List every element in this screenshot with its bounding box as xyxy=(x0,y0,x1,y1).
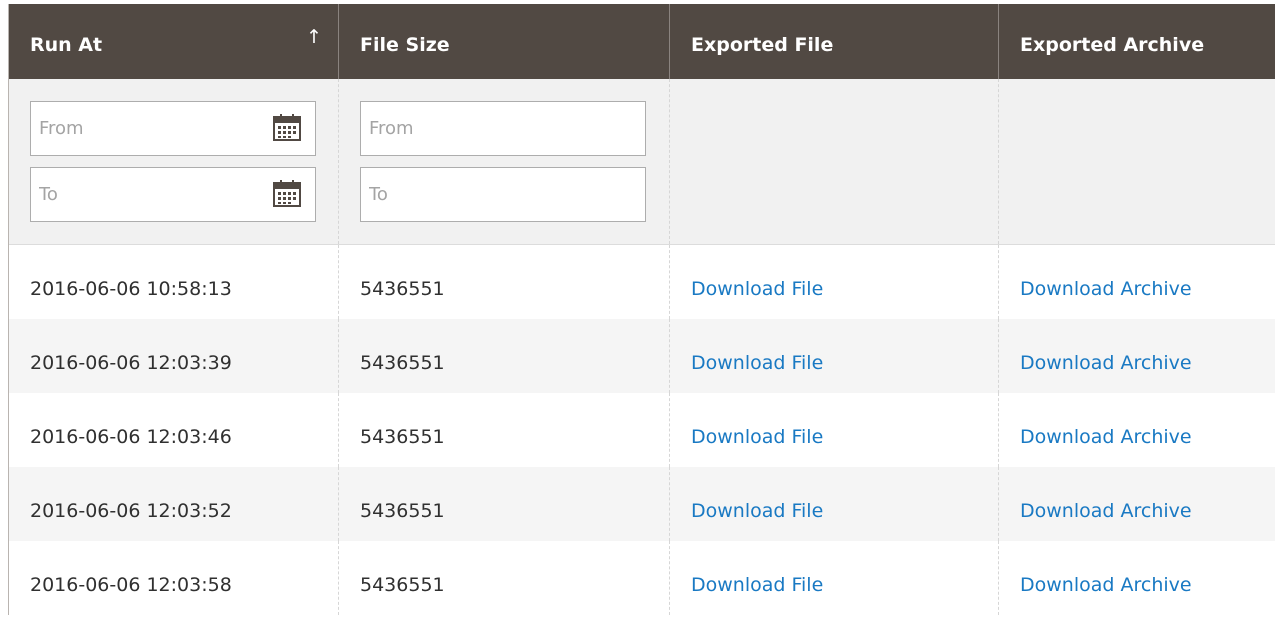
exported-archive-cell: Download Archive xyxy=(998,467,1275,541)
exported-file-filter-empty xyxy=(669,79,998,244)
run-at-cell: 2016-06-06 12:03:39 xyxy=(30,352,232,374)
table-row: 2016-06-06 12:03:46 5436551 Download Fil… xyxy=(9,393,1275,467)
download-file-link[interactable]: Download File xyxy=(691,426,823,448)
column-header-label: Exported Archive xyxy=(1020,34,1205,56)
file-size-to-input[interactable] xyxy=(361,168,571,221)
table-row: 2016-06-06 10:58:13 5436551 Download Fil… xyxy=(9,245,1275,319)
column-header-run-at[interactable]: Run At ↑ xyxy=(9,4,338,79)
file-size-cell: 5436551 xyxy=(338,245,669,319)
column-header-label: Exported File xyxy=(691,34,834,56)
column-header-file-size[interactable]: File Size xyxy=(338,4,669,79)
table-row: 2016-06-06 12:03:39 5436551 Download Fil… xyxy=(9,319,1275,393)
file-size-cell: 5436551 xyxy=(338,541,669,615)
download-archive-link[interactable]: Download Archive xyxy=(1020,426,1192,448)
grid-header: Run At ↑ File Size Exported File Exporte… xyxy=(9,4,1275,79)
run-at-from-field xyxy=(30,101,316,156)
file-size-filter xyxy=(338,79,669,244)
file-size-cell: 5436551 xyxy=(338,467,669,541)
exported-file-cell: Download File xyxy=(669,393,998,467)
export-history-grid: Run At ↑ File Size Exported File Exporte… xyxy=(8,4,1275,615)
run-at-cell: 2016-06-06 10:58:13 xyxy=(30,278,232,300)
run-at-to-input[interactable] xyxy=(31,168,241,221)
table-row: 2016-06-06 12:03:58 5436551 Download Fil… xyxy=(9,541,1275,615)
download-file-link[interactable]: Download File xyxy=(691,500,823,522)
run-at-from-input[interactable] xyxy=(31,102,241,155)
exported-archive-cell: Download Archive xyxy=(998,319,1275,393)
file-size-from-input[interactable] xyxy=(361,102,571,155)
run-at-cell: 2016-06-06 12:03:52 xyxy=(30,500,232,522)
exported-file-cell: Download File xyxy=(669,467,998,541)
run-at-to-field xyxy=(30,167,316,222)
calendar-icon[interactable] xyxy=(273,113,301,141)
column-header-exported-file: Exported File xyxy=(669,4,998,79)
exported-archive-cell: Download Archive xyxy=(998,541,1275,615)
run-at-cell: 2016-06-06 12:03:46 xyxy=(30,426,232,448)
download-file-link[interactable]: Download File xyxy=(691,278,823,300)
exported-archive-cell: Download Archive xyxy=(998,245,1275,319)
exported-file-cell: Download File xyxy=(669,541,998,615)
exported-archive-filter-empty xyxy=(998,79,1275,244)
exported-file-cell: Download File xyxy=(669,245,998,319)
run-at-filter xyxy=(9,79,338,244)
download-file-link[interactable]: Download File xyxy=(691,574,823,596)
calendar-icon[interactable] xyxy=(273,179,301,207)
file-size-cell: 5436551 xyxy=(338,393,669,467)
download-archive-link[interactable]: Download Archive xyxy=(1020,574,1192,596)
column-header-label: Run At xyxy=(30,34,103,56)
file-size-from-field xyxy=(360,101,646,156)
file-size-to-field xyxy=(360,167,646,222)
download-archive-link[interactable]: Download Archive xyxy=(1020,352,1192,374)
run-at-cell: 2016-06-06 12:03:58 xyxy=(30,574,232,596)
download-file-link[interactable]: Download File xyxy=(691,352,823,374)
table-row: 2016-06-06 12:03:52 5436551 Download Fil… xyxy=(9,467,1275,541)
exported-archive-cell: Download Archive xyxy=(998,393,1275,467)
download-archive-link[interactable]: Download Archive xyxy=(1020,278,1192,300)
exported-file-cell: Download File xyxy=(669,319,998,393)
sort-ascending-icon: ↑ xyxy=(306,26,322,48)
download-archive-link[interactable]: Download Archive xyxy=(1020,500,1192,522)
filter-row xyxy=(9,79,1275,245)
column-header-exported-archive: Exported Archive xyxy=(998,4,1275,79)
column-header-label: File Size xyxy=(360,34,450,56)
file-size-cell: 5436551 xyxy=(338,319,669,393)
